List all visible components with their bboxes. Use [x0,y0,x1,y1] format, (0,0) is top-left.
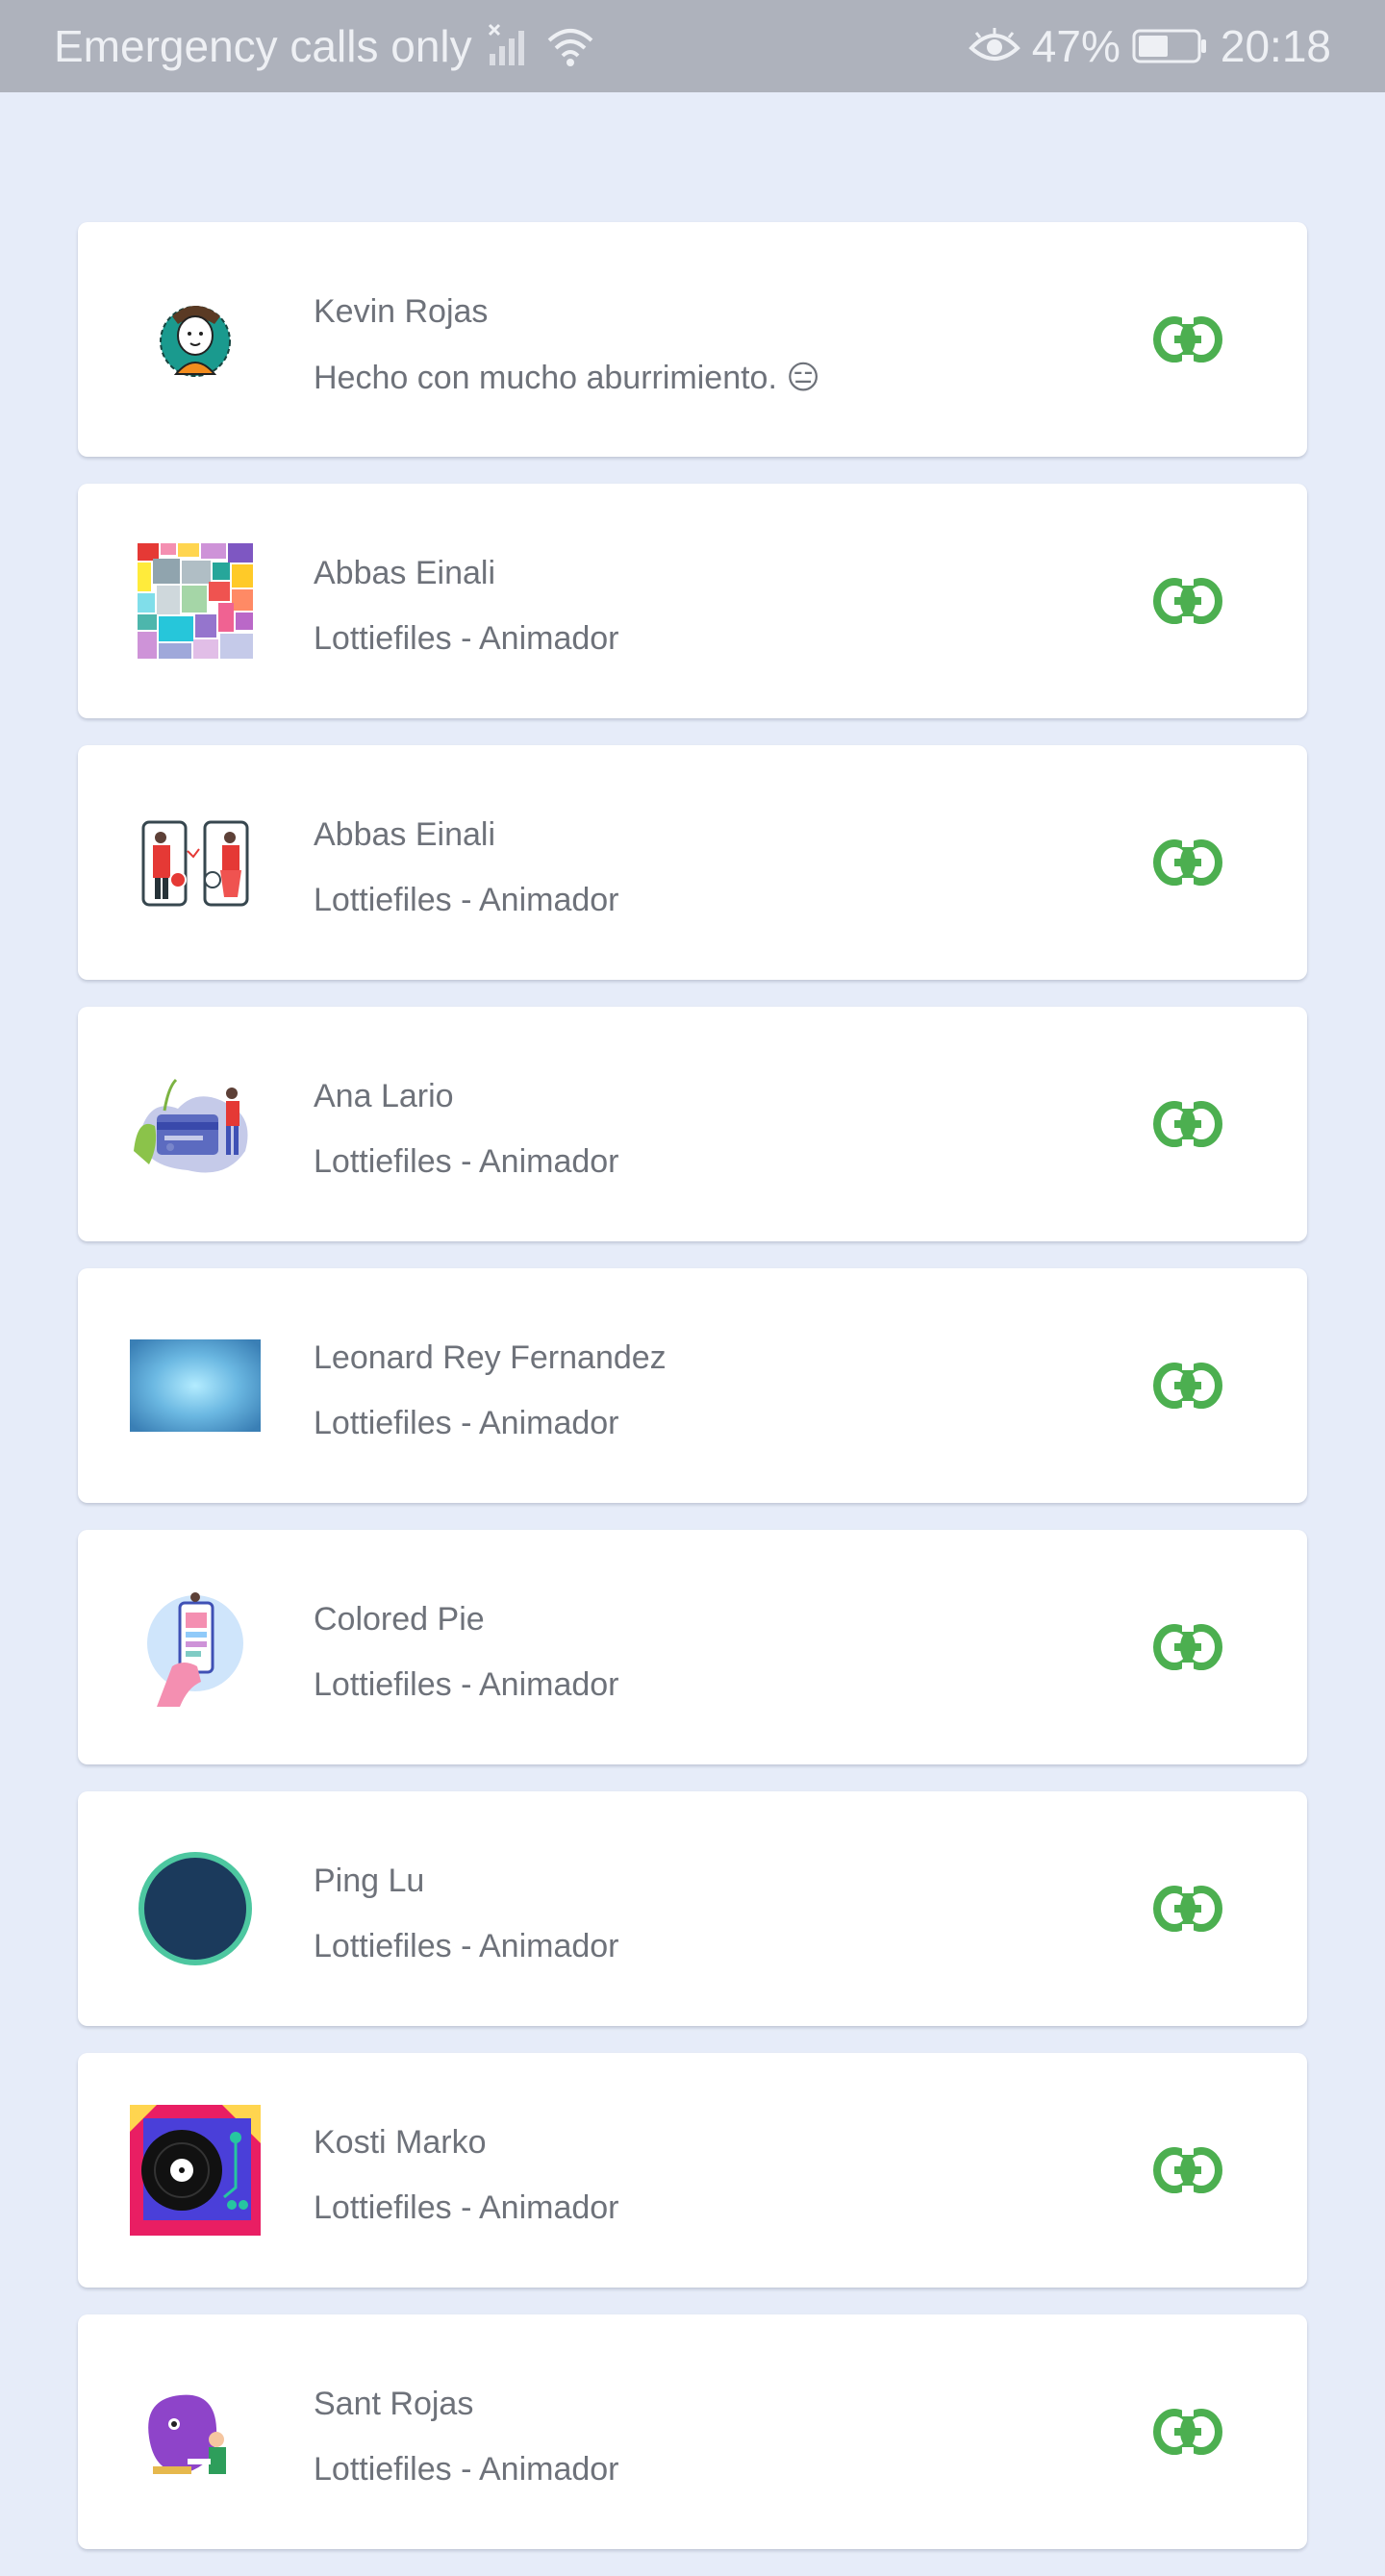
purple-character-thumbnail [130,2366,261,2497]
link-icon[interactable] [1153,1884,1222,1934]
credit-card[interactable]: Ping Lu Lottiefiles - Animador [78,1791,1307,2026]
credit-name: Abbas Einali [314,816,496,853]
credit-name: Abbas Einali [314,555,496,591]
color-blocks-thumbnail [130,536,261,666]
credit-subtitle: Lottiefiles - Animador [314,2189,619,2226]
link-icon[interactable] [1153,1361,1222,1411]
credit-name: Ana Lario [314,1078,454,1114]
credit-name: Colored Pie [314,1601,485,1638]
hand-phone-thumbnail [130,1582,261,1713]
turntable-thumbnail [130,2105,261,2236]
phones-crypto-thumbnail [130,797,261,928]
credit-card-thumbnail [130,1059,261,1189]
credit-subtitle: Lottiefiles - Animador [314,1928,619,1964]
link-icon[interactable] [1153,1622,1222,1672]
credit-card[interactable]: Sant Rojas Lottiefiles - Animador [78,2314,1307,2549]
credit-subtitle: Hecho con mucho aburrimiento. 😑 [314,360,820,396]
credit-subtitle: Lottiefiles - Animador [314,1666,619,1703]
credit-name: Sant Rojas [314,2386,474,2422]
credit-subtitle: Lottiefiles - Animador [314,2451,619,2488]
credit-name: Kosti Marko [314,2124,487,2161]
credit-subtitle: Lottiefiles - Animador [314,882,619,918]
credit-card[interactable]: Kosti Marko Lottiefiles - Animador [78,2053,1307,2288]
credit-card[interactable]: Colored Pie Lottiefiles - Animador [78,1530,1307,1764]
credit-card[interactable]: Abbas Einali Lottiefiles - Animador [78,484,1307,718]
link-icon[interactable] [1153,1099,1222,1149]
credit-name: Leonard Rey Fernandez [314,1339,667,1376]
credit-name: Kevin Rojas [314,293,489,330]
no-signal-icon [486,23,532,69]
carrier-text: Emergency calls only [54,21,472,71]
status-bar: Emergency calls only 47% 20:18 [0,0,1385,92]
eye-icon [968,27,1020,65]
credit-name: Ping Lu [314,1863,425,1899]
cartoon-avatar-thumbnail [130,274,261,405]
credit-subtitle: Lottiefiles - Animador [314,1405,619,1441]
status-bar-right: 47% 20:18 [968,20,1331,72]
link-icon[interactable] [1153,314,1222,364]
credit-subtitle: Lottiefiles - Animador [314,1143,619,1180]
battery-icon [1132,27,1209,65]
status-bar-left: Emergency calls only [54,20,595,72]
link-icon[interactable] [1153,576,1222,626]
link-icon[interactable] [1153,838,1222,888]
credit-subtitle: Lottiefiles - Animador [314,620,619,657]
link-icon[interactable] [1153,2407,1222,2457]
credit-card[interactable]: Abbas Einali Lottiefiles - Animador [78,745,1307,980]
credit-card[interactable]: Leonard Rey Fernandez Lottiefiles - Anim… [78,1268,1307,1503]
credit-card[interactable]: Ana Lario Lottiefiles - Animador [78,1007,1307,1241]
credit-card[interactable]: Kevin Rojas Hecho con mucho aburrimiento… [78,222,1307,457]
dark-circle-thumbnail [130,1843,261,1974]
blue-gradient-thumbnail [130,1320,261,1451]
wifi-icon [545,23,595,69]
clock: 20:18 [1220,21,1331,71]
battery-percent: 47% [1031,21,1121,71]
link-icon[interactable] [1153,2145,1222,2195]
credits-list: Kevin Rojas Hecho con mucho aburrimiento… [78,222,1307,2576]
